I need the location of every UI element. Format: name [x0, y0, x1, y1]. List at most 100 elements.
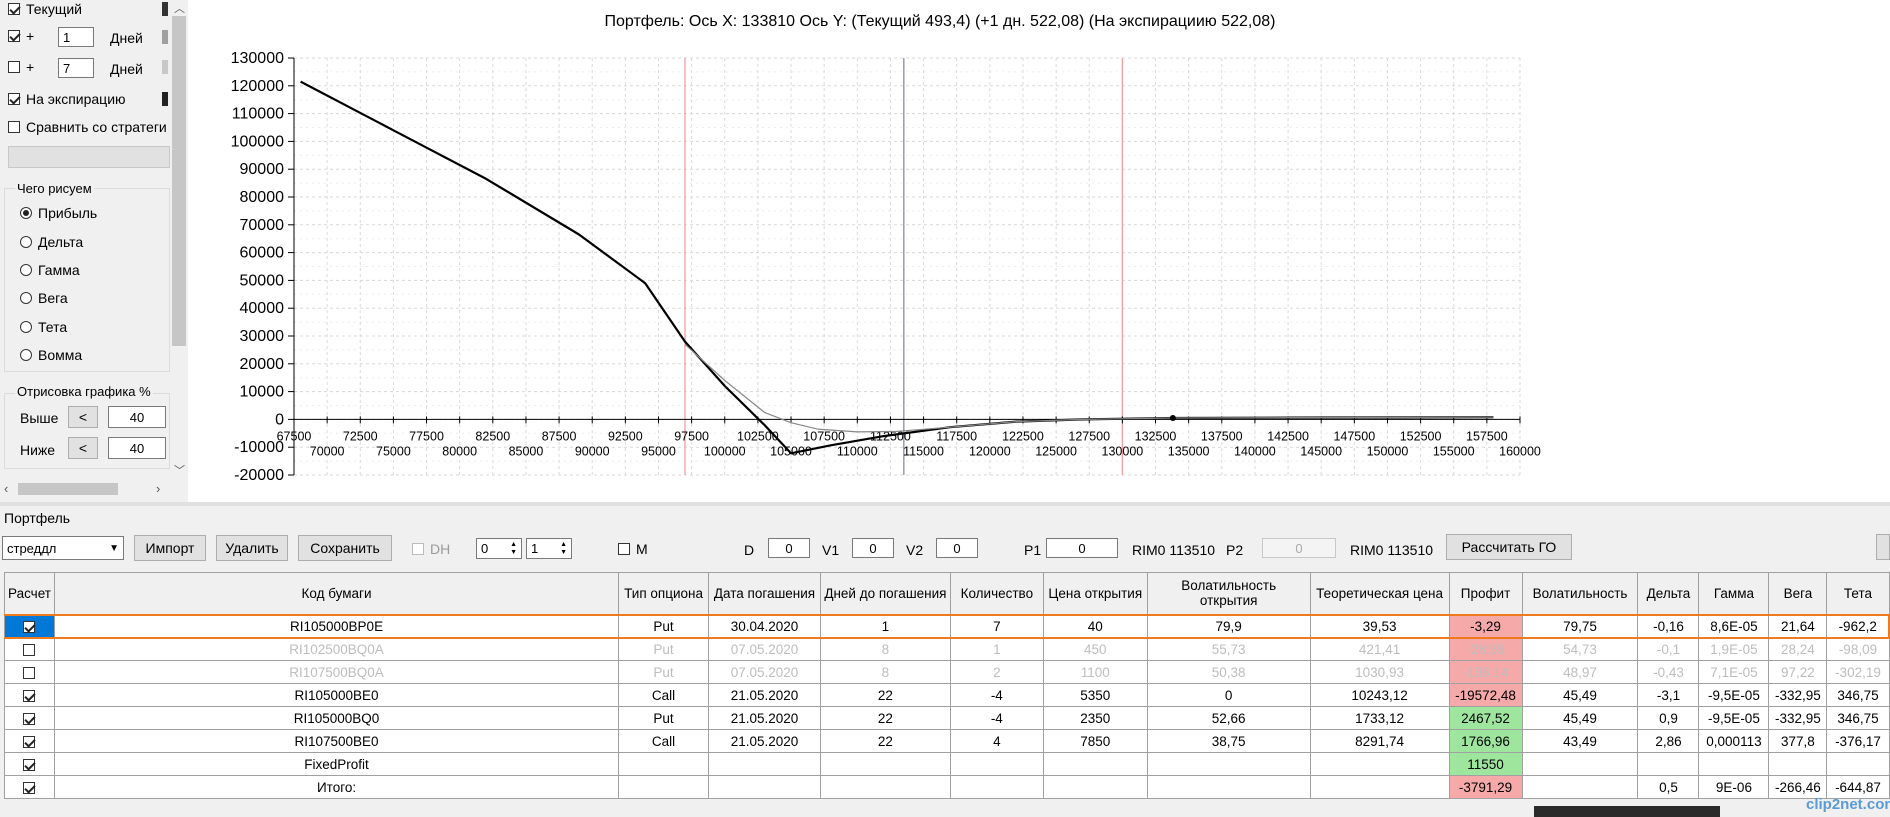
cell-theo[interactable]: 10243,12 — [1309, 683, 1450, 707]
cell-vol-open[interactable] — [1146, 775, 1311, 799]
col-header[interactable]: Дней до погашения — [819, 572, 951, 615]
cell-vol-open[interactable]: 52,66 — [1146, 706, 1311, 730]
cell-qty[interactable]: 4 — [949, 729, 1044, 753]
spinner-arrows-icon[interactable]: ▲ ▼ — [560, 541, 567, 557]
cell-code[interactable]: RI107500BE0 — [53, 729, 620, 753]
cell-open[interactable]: 1100 — [1042, 660, 1148, 684]
above-percent-input[interactable]: 40 — [108, 406, 166, 428]
cell-qty[interactable]: 7 — [949, 613, 1044, 639]
draw-option-vega[interactable]: Вега — [20, 290, 68, 306]
scroll-right-icon[interactable]: › — [156, 481, 160, 496]
cell-date[interactable]: 07.05.2020 — [708, 637, 821, 661]
table-row[interactable]: RI105000BP0E Put 30.04.2020 1 7 40 79,9 39,53 -3… — [4, 613, 1890, 639]
below-decrease-button[interactable]: < — [68, 437, 98, 459]
cell-date[interactable] — [708, 775, 821, 799]
cell-date[interactable]: 07.05.2020 — [708, 660, 821, 684]
v2-input[interactable]: 0 — [936, 538, 978, 558]
d-input[interactable]: 0 — [768, 538, 810, 558]
cell-theta[interactable]: 346,75 — [1826, 706, 1890, 730]
col-header[interactable]: Тип опциона — [618, 572, 710, 615]
table-row[interactable]: RI105000BE0 Call 21.05.2020 22 -4 5350 0 10243,… — [4, 683, 1890, 707]
cell-delta[interactable]: -0,43 — [1637, 660, 1700, 684]
col-header[interactable]: Тета — [1826, 572, 1890, 615]
cell-open[interactable] — [1042, 752, 1148, 776]
current-toggle[interactable]: Текущий — [8, 1, 82, 17]
calc-checkbox[interactable] — [23, 735, 36, 748]
draw-option-theta[interactable]: Тета — [20, 319, 67, 335]
plus1-toggle[interactable]: + — [8, 28, 34, 44]
m-checkbox[interactable] — [618, 543, 630, 555]
spinner-arrows-icon[interactable]: ▲ ▼ — [510, 541, 517, 557]
cell-qty[interactable] — [949, 752, 1044, 776]
calc-cell[interactable] — [4, 660, 55, 684]
cell-type[interactable] — [618, 752, 710, 776]
cell-vol[interactable]: 79,75 — [1521, 613, 1639, 639]
draw-option-delta[interactable]: Дельта — [20, 234, 83, 250]
cell-vol[interactable] — [1521, 752, 1639, 776]
cell-days[interactable]: 8 — [819, 660, 951, 684]
cell-qty[interactable]: 1 — [949, 637, 1044, 661]
compare-strategy-dropdown[interactable] — [8, 146, 170, 168]
cell-theta[interactable]: -962,2 — [1826, 613, 1890, 639]
col-header[interactable]: Расчет — [4, 572, 55, 615]
cell-profit[interactable]: -138,14 — [1448, 660, 1523, 684]
cell-days[interactable] — [819, 775, 951, 799]
calc-cell[interactable] — [4, 775, 55, 799]
cell-date[interactable] — [708, 752, 821, 776]
col-header[interactable]: Профит — [1448, 572, 1523, 615]
cell-vol-open[interactable]: 55,73 — [1146, 637, 1311, 661]
cell-gamma[interactable]: 8,6E-05 — [1698, 613, 1770, 639]
cell-code[interactable]: Итого: — [53, 775, 620, 799]
plus2-checkbox[interactable] — [8, 61, 20, 73]
cell-code[interactable]: FixedProfit — [53, 752, 620, 776]
scroll-down-icon[interactable]: ﹀ — [174, 462, 185, 478]
table-row[interactable]: RI102500BQ0A Put 07.05.2020 8 1 450 55,73 421,4… — [4, 637, 1890, 661]
calc-checkbox[interactable] — [23, 758, 36, 771]
cell-theta[interactable]: -98,09 — [1826, 637, 1890, 661]
save-button[interactable]: Сохранить — [298, 535, 392, 561]
cell-vol[interactable]: 43,49 — [1521, 729, 1639, 753]
cell-type[interactable]: Put — [618, 637, 710, 661]
cell-gamma[interactable]: 1,9E-05 — [1698, 637, 1770, 661]
cell-profit[interactable]: 2467,52 — [1448, 706, 1523, 730]
cell-theo[interactable]: 1030,93 — [1309, 660, 1450, 684]
calc-checkbox[interactable] — [23, 620, 36, 633]
horizontal-scrollbar[interactable]: ‹ › — [0, 480, 170, 498]
cell-vega[interactable]: 21,64 — [1768, 613, 1828, 639]
cell-qty[interactable]: 2 — [949, 660, 1044, 684]
calc-checkbox[interactable] — [23, 712, 36, 725]
col-header[interactable]: Дельта — [1637, 572, 1700, 615]
col-header[interactable]: Теоретическая цена — [1309, 572, 1450, 615]
plus2-days-input[interactable]: 7 — [58, 58, 94, 78]
cell-gamma[interactable]: 9E-06 — [1698, 775, 1770, 799]
v1-input[interactable]: 0 — [852, 538, 894, 558]
cell-code[interactable]: RI105000BE0 — [53, 683, 620, 707]
cell-days[interactable]: 22 — [819, 729, 951, 753]
cell-gamma[interactable]: 0,000113 — [1698, 729, 1770, 753]
cell-vega[interactable]: -332,95 — [1768, 706, 1828, 730]
import-button[interactable]: Импорт — [134, 535, 206, 561]
cell-gamma[interactable]: 7,1E-05 — [1698, 660, 1770, 684]
col-header[interactable]: Цена открытия — [1042, 572, 1148, 615]
calc-cell[interactable] — [4, 637, 55, 661]
cell-vol-open[interactable]: 50,38 — [1146, 660, 1311, 684]
cell-profit[interactable]: -3791,29 — [1448, 775, 1523, 799]
cell-delta[interactable]: -0,1 — [1637, 637, 1700, 661]
calc-cell[interactable] — [4, 752, 55, 776]
chevron-down-icon[interactable]: ▼ — [109, 543, 119, 554]
delete-button[interactable]: Удалить — [216, 535, 288, 561]
cell-date[interactable]: 21.05.2020 — [708, 706, 821, 730]
cell-delta[interactable]: 2,86 — [1637, 729, 1700, 753]
cell-theo[interactable] — [1309, 775, 1450, 799]
cell-type[interactable]: Put — [618, 613, 710, 639]
cell-profit[interactable]: -28,59 — [1448, 637, 1523, 661]
col-header[interactable]: Волатильность открытия — [1146, 572, 1311, 615]
draw-option-gamma[interactable]: Гамма — [20, 262, 80, 278]
cell-vega[interactable]: 97,22 — [1768, 660, 1828, 684]
spin2-input[interactable]: 1 ▲ ▼ — [526, 538, 572, 559]
expiry-toggle[interactable]: На экспирацию — [8, 91, 126, 107]
cell-vol-open[interactable]: 38,75 — [1146, 729, 1311, 753]
strategy-select[interactable]: стреддл ▼ — [2, 536, 124, 560]
plus1-days-input[interactable]: 1 — [58, 27, 94, 47]
cell-days[interactable] — [819, 752, 951, 776]
